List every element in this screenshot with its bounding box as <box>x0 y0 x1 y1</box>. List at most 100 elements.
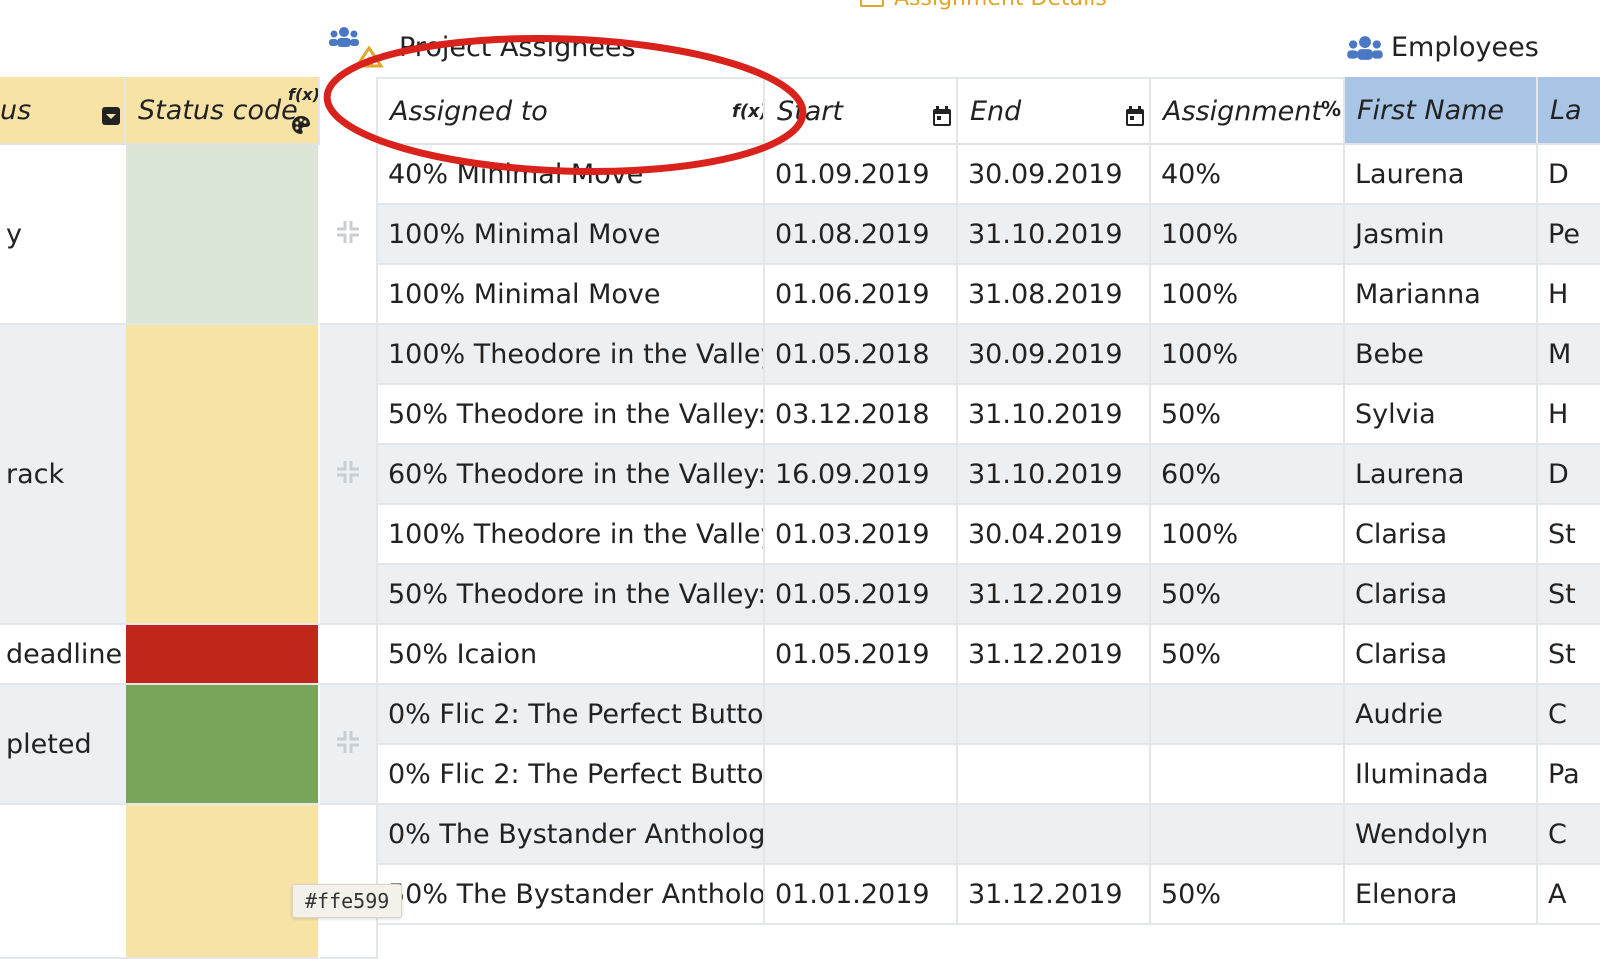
cell-last-name[interactable]: St <box>1538 625 1600 685</box>
cell-assignment[interactable]: 100% <box>1151 505 1345 565</box>
column-header-last-name[interactable]: La <box>1538 77 1600 145</box>
status-code-color-cell[interactable] <box>126 685 320 805</box>
cell-start[interactable] <box>765 805 958 865</box>
cell-assignment[interactable] <box>1151 685 1345 745</box>
cell-last-name[interactable]: D <box>1538 145 1600 205</box>
cell-last-name[interactable]: Pa <box>1538 745 1600 805</box>
cell-assigned-to[interactable]: 100% Minimal Move <box>378 205 765 265</box>
cell-assigned-to[interactable]: 50% Theodore in the Valley: A <box>378 565 765 625</box>
cell-end[interactable]: 31.10.2019 <box>958 445 1151 505</box>
cell-assigned-to[interactable]: 100% Minimal Move <box>378 265 765 325</box>
cell-end[interactable]: 31.12.2019 <box>958 625 1151 685</box>
cell-assigned-to[interactable]: 50% The Bystander Anthology <box>378 865 765 925</box>
cell-first-name[interactable]: Iluminada <box>1345 745 1538 805</box>
status-group-cell[interactable] <box>0 805 126 959</box>
cell-last-name[interactable]: C <box>1538 805 1600 865</box>
cell-start[interactable] <box>765 745 958 805</box>
cell-end[interactable] <box>958 685 1151 745</box>
column-header-status-code[interactable]: Status code f(x) <box>126 77 320 145</box>
cell-end[interactable]: 30.09.2019 <box>958 325 1151 385</box>
cell-last-name[interactable]: St <box>1538 565 1600 625</box>
cell-start[interactable]: 01.05.2018 <box>765 325 958 385</box>
cell-assigned-to[interactable]: 100% Theodore in the Valley <box>378 325 765 385</box>
cell-assignment[interactable]: 100% <box>1151 265 1345 325</box>
cell-end[interactable]: 30.09.2019 <box>958 145 1151 205</box>
cell-start[interactable]: 01.09.2019 <box>765 145 958 205</box>
cell-first-name[interactable]: Clarisa <box>1345 565 1538 625</box>
cell-assignment[interactable]: 50% <box>1151 385 1345 445</box>
collapse-handle-cell[interactable] <box>320 685 378 805</box>
cell-end[interactable]: 31.12.2019 <box>958 565 1151 625</box>
percent-icon[interactable]: % <box>1321 97 1341 121</box>
cell-assigned-to[interactable]: 60% Theodore in the Valley: A <box>378 445 765 505</box>
calendar-icon[interactable] <box>1126 102 1144 133</box>
cell-assignment[interactable]: 100% <box>1151 325 1345 385</box>
cell-start[interactable]: 01.03.2019 <box>765 505 958 565</box>
cell-first-name[interactable]: Clarisa <box>1345 505 1538 565</box>
column-header-first-name[interactable]: First Name <box>1345 77 1538 145</box>
cell-start[interactable]: 01.05.2019 <box>765 625 958 685</box>
cell-first-name[interactable]: Audrie <box>1345 685 1538 745</box>
cell-assigned-to[interactable]: 40% Minimal Move <box>378 145 765 205</box>
formula-icon[interactable]: f(x) <box>732 101 763 122</box>
cell-first-name[interactable]: Laurena <box>1345 145 1538 205</box>
status-code-color-cell[interactable] <box>126 325 320 625</box>
collapse-icon[interactable] <box>335 729 361 759</box>
cell-last-name[interactable]: Pe <box>1538 205 1600 265</box>
cell-assigned-to[interactable]: 0% The Bystander Anthology <box>378 805 765 865</box>
cell-assignment[interactable]: 60% <box>1151 445 1345 505</box>
cell-end[interactable]: 31.12.2019 <box>958 865 1151 925</box>
formula-icon[interactable]: f(x) <box>288 85 318 104</box>
cell-first-name[interactable]: Sylvia <box>1345 385 1538 445</box>
cell-last-name[interactable]: C <box>1538 685 1600 745</box>
cell-assignment[interactable]: 50% <box>1151 565 1345 625</box>
cell-end[interactable] <box>958 745 1151 805</box>
cell-start[interactable] <box>765 685 958 745</box>
cell-assignment[interactable]: 100% <box>1151 205 1345 265</box>
collapse-handle-cell[interactable] <box>320 325 378 625</box>
cell-assigned-to[interactable]: 0% Flic 2: The Perfect Button <box>378 685 765 745</box>
cell-start[interactable]: 01.08.2019 <box>765 205 958 265</box>
cell-first-name[interactable]: Bebe <box>1345 325 1538 385</box>
cell-last-name[interactable]: A <box>1538 865 1600 925</box>
cell-end[interactable]: 31.10.2019 <box>958 205 1151 265</box>
cell-start[interactable]: 01.01.2019 <box>765 865 958 925</box>
cell-assigned-to[interactable]: 50% Theodore in the Valley: A <box>378 385 765 445</box>
status-group-cell[interactable]: rack <box>0 325 126 625</box>
cell-last-name[interactable]: H <box>1538 265 1600 325</box>
status-group-cell[interactable]: y <box>0 145 126 325</box>
cell-assignment[interactable] <box>1151 745 1345 805</box>
column-header-assigned-to[interactable]: Assigned to f(x) <box>378 77 765 145</box>
status-code-color-cell[interactable] <box>126 145 320 325</box>
cell-end[interactable]: 31.08.2019 <box>958 265 1151 325</box>
cell-last-name[interactable]: St <box>1538 505 1600 565</box>
cell-last-name[interactable]: H <box>1538 385 1600 445</box>
cell-last-name[interactable]: M <box>1538 325 1600 385</box>
cell-first-name[interactable]: Laurena <box>1345 445 1538 505</box>
status-group-cell[interactable]: pleted <box>0 685 126 805</box>
column-header-status[interactable]: us <box>0 77 126 145</box>
calendar-icon[interactable] <box>933 102 951 133</box>
cell-first-name[interactable]: Clarisa <box>1345 625 1538 685</box>
cell-first-name[interactable]: Elenora <box>1345 865 1538 925</box>
column-header-assignment[interactable]: Assignment % <box>1151 77 1345 145</box>
cell-first-name[interactable]: Jasmin <box>1345 205 1538 265</box>
cell-assignment[interactable] <box>1151 805 1345 865</box>
status-code-color-cell[interactable] <box>126 805 320 959</box>
cell-assignment[interactable]: 50% <box>1151 865 1345 925</box>
palette-icon[interactable] <box>291 111 311 142</box>
cell-start[interactable]: 01.05.2019 <box>765 565 958 625</box>
collapse-icon[interactable] <box>335 219 361 249</box>
cell-assigned-to[interactable]: 0% Flic 2: The Perfect Button <box>378 745 765 805</box>
cell-end[interactable]: 31.10.2019 <box>958 385 1151 445</box>
cell-end[interactable]: 30.04.2019 <box>958 505 1151 565</box>
cell-last-name[interactable]: D <box>1538 445 1600 505</box>
cell-start[interactable]: 01.06.2019 <box>765 265 958 325</box>
cell-assigned-to[interactable]: 100% Theodore in the Valley <box>378 505 765 565</box>
cell-start[interactable]: 03.12.2018 <box>765 385 958 445</box>
status-group-cell[interactable]: deadline <box>0 625 126 685</box>
column-header-end[interactable]: End <box>958 77 1151 145</box>
collapse-handle-cell[interactable] <box>320 145 378 325</box>
cell-assignment[interactable]: 40% <box>1151 145 1345 205</box>
cell-start[interactable]: 16.09.2019 <box>765 445 958 505</box>
